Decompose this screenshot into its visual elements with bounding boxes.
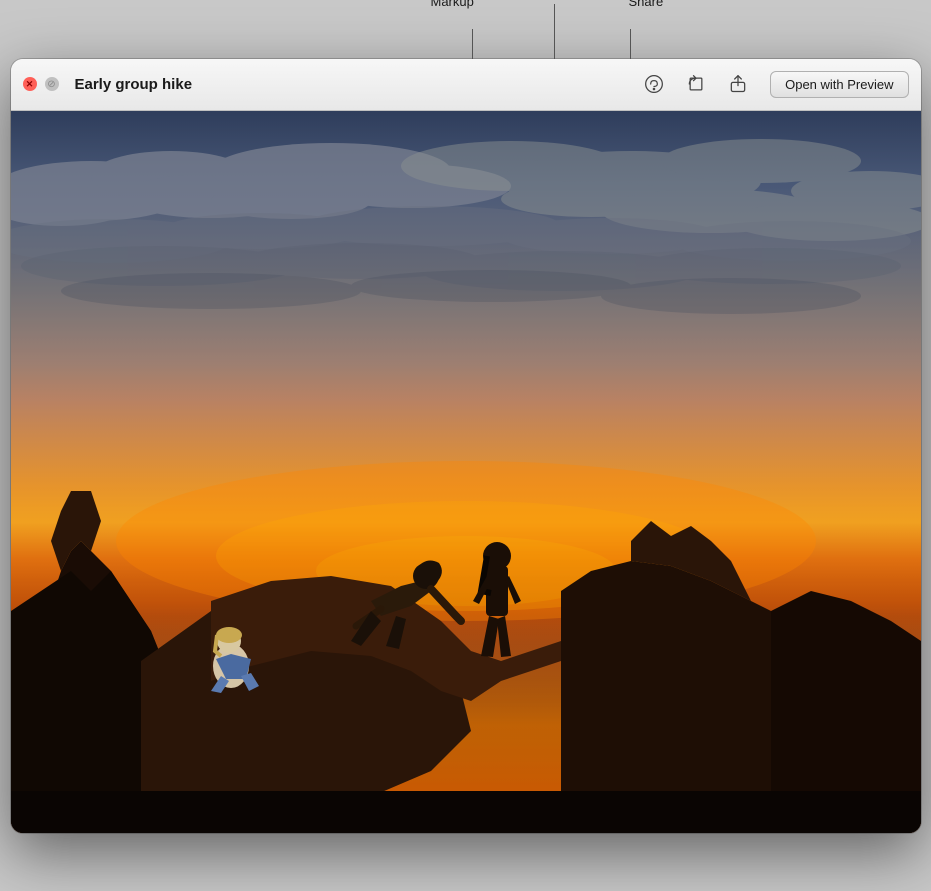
window-title: Early group hike	[75, 76, 635, 93]
markup-button[interactable]	[642, 72, 666, 96]
toolbar-actions	[642, 72, 750, 96]
slash-icon: ⊘	[47, 79, 55, 90]
close-button[interactable]: ✕	[23, 77, 37, 91]
share-tooltip-line	[630, 29, 631, 59]
markup-tooltip-line	[472, 29, 473, 59]
rotate-tooltip-line	[554, 4, 555, 59]
close-icon: ✕	[26, 79, 34, 90]
rocks-figures-layer	[11, 111, 921, 833]
tooltip-area: Markup Rotate Share	[11, 0, 921, 59]
markup-tooltip-label: Markup	[431, 0, 474, 9]
share-icon	[728, 74, 748, 94]
edit-button[interactable]: ⊘	[45, 77, 59, 91]
markup-icon	[644, 74, 664, 94]
window-controls: ✕ ⊘	[23, 77, 59, 91]
toolbar: ✕ ⊘ Early group hike	[11, 59, 921, 111]
quick-look-window: Markup Rotate Share ✕ ⊘ Early group hike	[11, 59, 921, 833]
share-tooltip-label: Share	[629, 0, 664, 9]
share-button[interactable]	[726, 72, 750, 96]
rotate-button[interactable]	[684, 72, 708, 96]
open-with-preview-button[interactable]: Open with Preview	[770, 71, 908, 98]
rotate-icon	[686, 74, 706, 94]
image-container	[11, 111, 921, 833]
